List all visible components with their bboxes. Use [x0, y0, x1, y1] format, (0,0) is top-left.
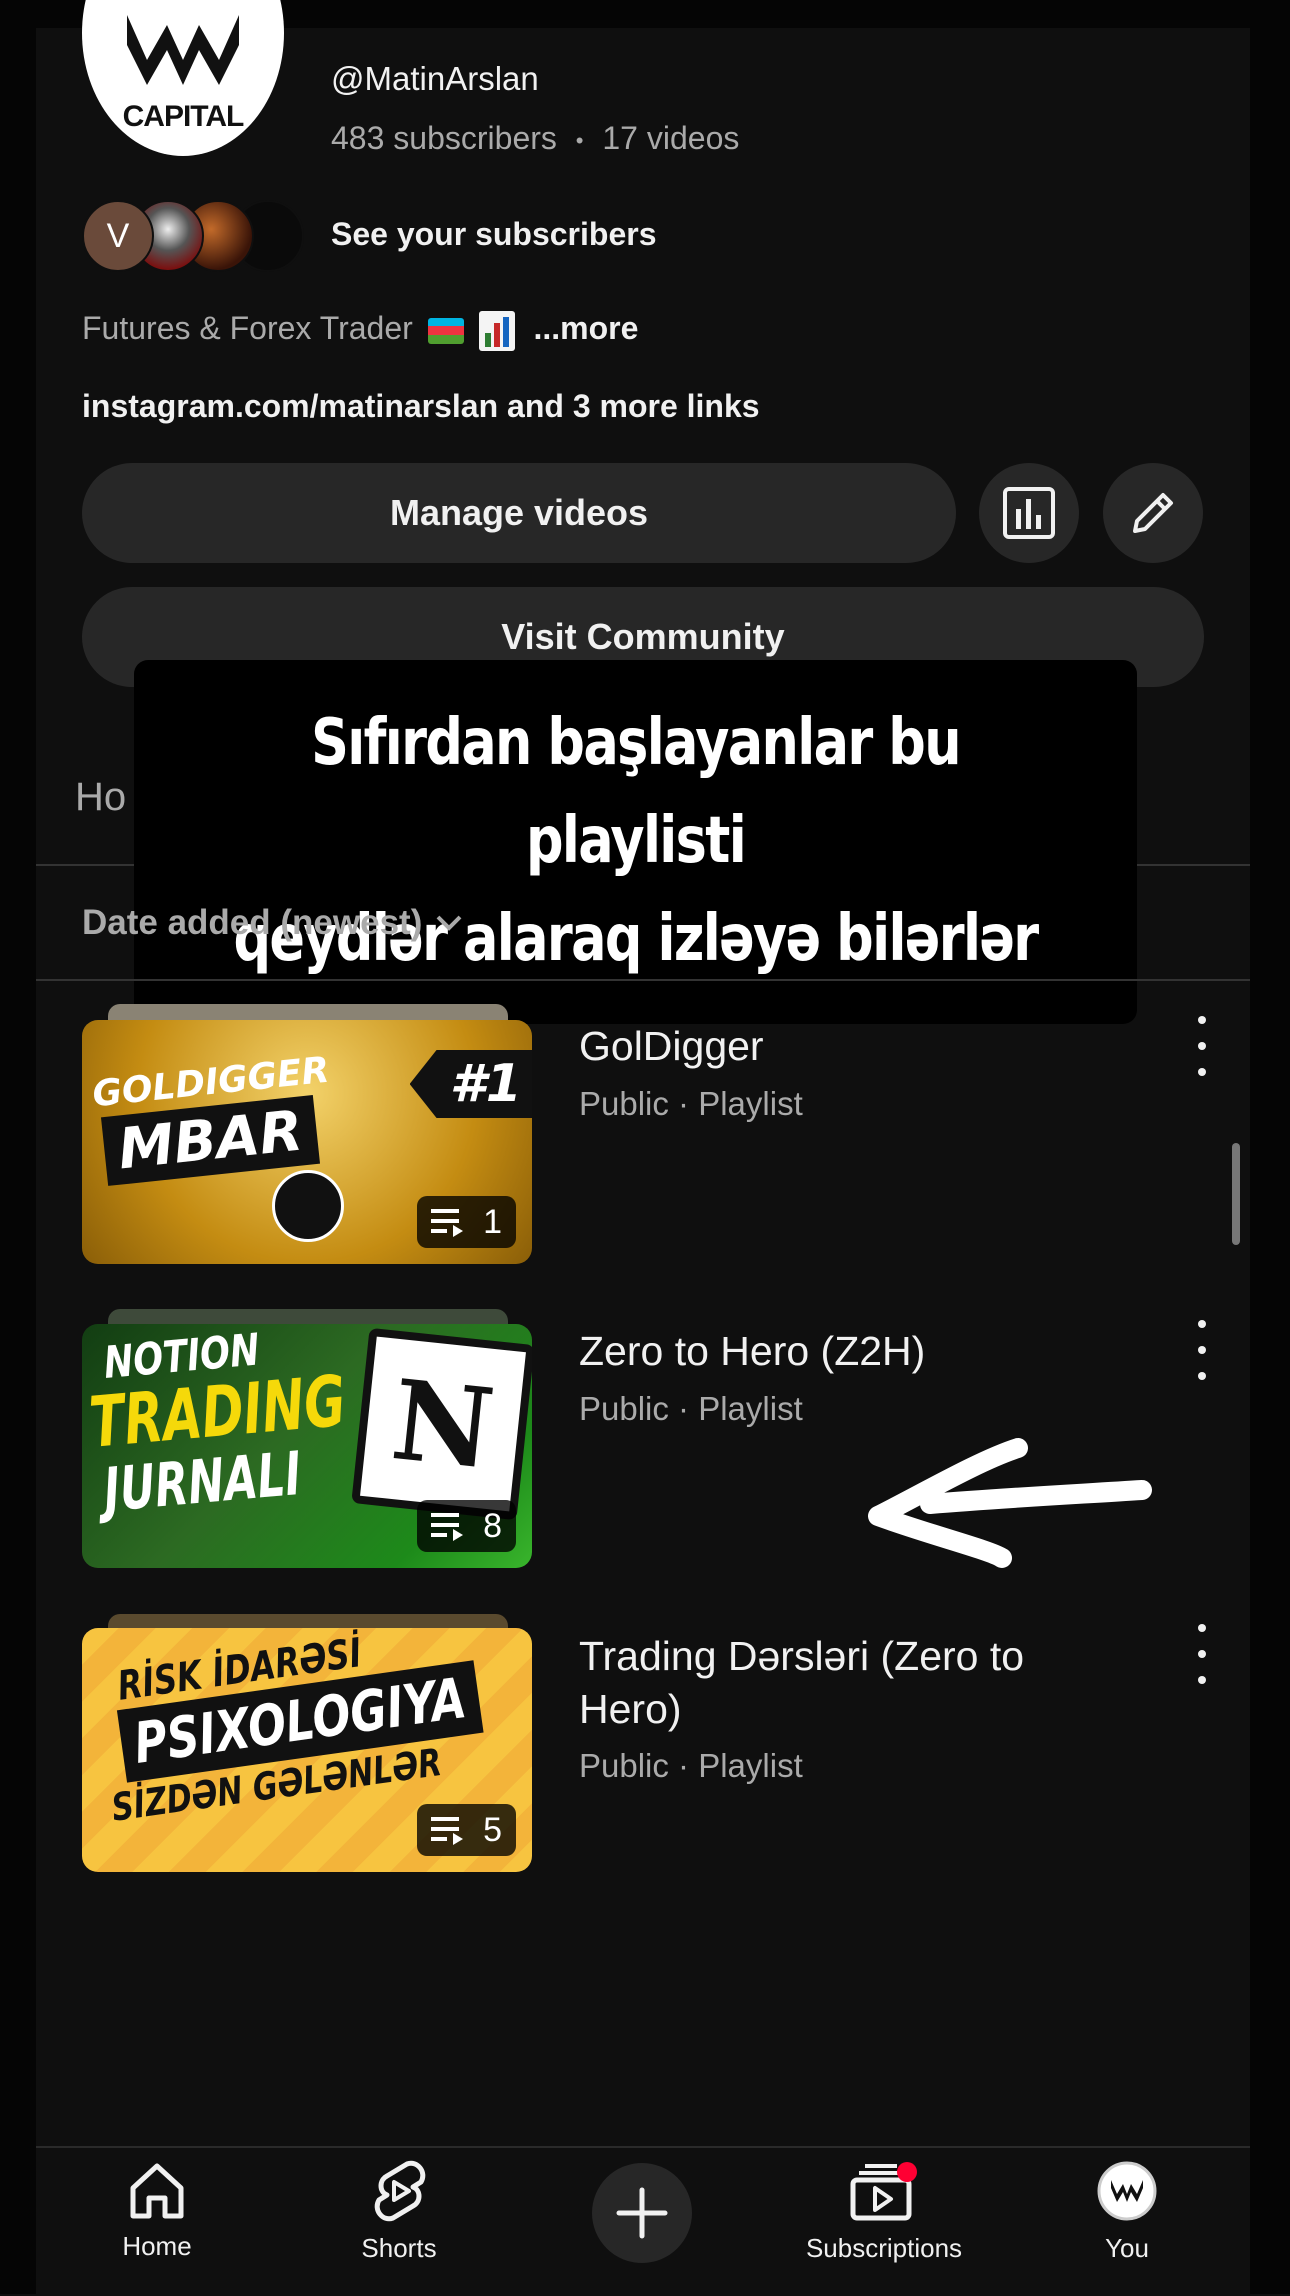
profile-avatar-icon [1097, 2161, 1157, 2221]
story-caption-overlay: Sıfırdan başlayanlar bu playlisti qeydlə… [134, 660, 1137, 1024]
bio-text: Futures & Forex Trader [82, 310, 413, 346]
edit-channel-button[interactable] [1103, 463, 1203, 563]
channel-stats: 483 subscribers • 17 videos [331, 120, 739, 157]
playlist-icon [431, 1817, 464, 1845]
more-vert-icon[interactable] [1190, 1016, 1214, 1076]
nav-home-label: Home [122, 2231, 192, 2261]
video-count-value: 8 [483, 1506, 502, 1545]
playlist-meta: Public · Playlist [579, 1085, 803, 1122]
subscriber-avatar: V [82, 200, 154, 272]
nav-shorts-label: Shorts [361, 2233, 437, 2263]
notion-logo-icon: N [351, 1327, 532, 1521]
arrow-annotation-icon [868, 1438, 1152, 1568]
video-count-badge: 8 [417, 1500, 516, 1552]
playlist-title[interactable]: Trading Dərsləri (Zero to Hero) [579, 1630, 1099, 1736]
playlist-title[interactable]: GolDigger [579, 1020, 1099, 1073]
subscriber-count: 483 subscribers [331, 120, 557, 156]
scrollbar-thumb[interactable] [1232, 1143, 1240, 1245]
sort-label: Date added (newest) [82, 903, 423, 942]
channel-avatar[interactable]: CAPITAL [82, 0, 284, 156]
frame-edge-right [1250, 0, 1290, 2294]
home-icon [130, 2163, 184, 2219]
video-count-badge: 5 [417, 1804, 516, 1856]
subscriptions-icon [850, 2162, 917, 2221]
chevron-down-icon [436, 915, 462, 931]
caption-line-1: Sıfırdan başlayanlar bu playlisti [311, 706, 961, 878]
sort-dropdown[interactable]: Date added (newest) [82, 903, 464, 943]
playlist-title[interactable]: Zero to Hero (Z2H) [579, 1325, 1099, 1378]
nav-you-label: You [1105, 2233, 1149, 2263]
azerbaijan-flag-icon [427, 317, 464, 344]
thumb-logo-icon [272, 1170, 344, 1242]
tab-home[interactable]: Ho [75, 775, 126, 820]
playlist-thumbnail[interactable]: RİSK İDARƏSİ PSIXOLOGIYA SİZDƏN GƏLƏNLƏR… [82, 1628, 532, 1872]
stats-separator: • [575, 127, 584, 153]
channel-handle: @MatinArslan [331, 60, 539, 97]
nav-shorts[interactable]: Shorts [309, 2160, 489, 2264]
create-button[interactable] [592, 2163, 692, 2263]
manage-videos-button[interactable]: Manage videos [82, 463, 956, 563]
bio-more-link[interactable]: ...more [533, 310, 638, 346]
playlist-thumbnail[interactable]: GOLDIGGER MBAR #1 1 [82, 1020, 532, 1264]
playlist-meta: Public · Playlist [579, 1390, 803, 1427]
pencil-icon [1133, 493, 1173, 533]
more-vert-icon[interactable] [1190, 1624, 1214, 1684]
thumb-text: #1 [409, 1050, 532, 1118]
video-count-value: 1 [483, 1202, 502, 1241]
shorts-icon [374, 2160, 426, 2222]
nav-home[interactable]: Home [67, 2160, 247, 2262]
analytics-icon [1003, 487, 1055, 539]
video-count-badge: 1 [417, 1196, 516, 1248]
nav-you[interactable]: You [1037, 2160, 1217, 2264]
channel-links[interactable]: instagram.com/matinarslan and 3 more lin… [82, 388, 760, 425]
playlist-icon [431, 1209, 464, 1237]
nav-subscriptions-label: Subscriptions [805, 2233, 963, 2263]
subscriber-avatars[interactable]: V [82, 200, 312, 272]
analytics-button[interactable] [979, 463, 1079, 563]
notification-dot [897, 2162, 917, 2182]
frame-edge-left [0, 0, 36, 2294]
plus-icon [616, 2187, 668, 2239]
channel-bio[interactable]: Futures & Forex Trader ...more [82, 310, 638, 351]
playlist-thumbnail[interactable]: NOTION TRADING JURNALI N 8 [82, 1324, 532, 1568]
nav-subscriptions[interactable]: Subscriptions [794, 2160, 974, 2264]
chart-emoji-icon [478, 310, 515, 351]
playlist-meta: Public · Playlist [579, 1747, 803, 1784]
channel-avatar-text: CAPITAL [122, 100, 245, 133]
see-subscribers-link[interactable]: See your subscribers [331, 216, 656, 253]
video-count-value: 5 [483, 1810, 502, 1849]
video-count: 17 videos [602, 120, 740, 156]
playlist-icon [431, 1513, 464, 1541]
more-vert-icon[interactable] [1190, 1320, 1214, 1380]
sort-divider [36, 979, 1250, 981]
